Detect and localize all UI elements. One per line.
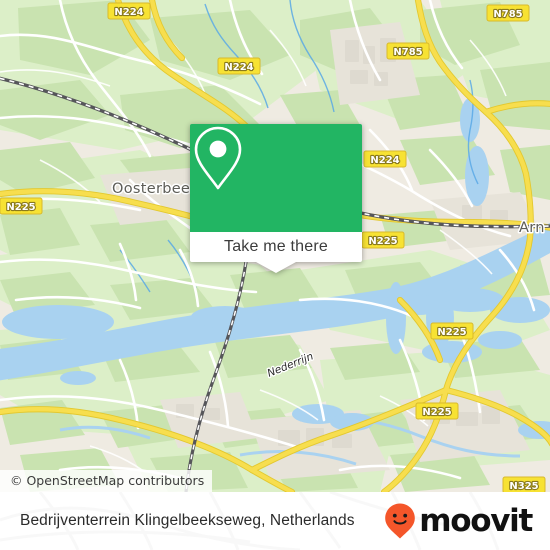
svg-text:N325: N325	[509, 481, 538, 492]
road-shield: N224	[107, 2, 151, 20]
svg-text:N224: N224	[114, 7, 143, 18]
svg-text:N224: N224	[370, 155, 399, 166]
take-me-there-label: Take me there	[224, 238, 328, 255]
road-shield: N224	[363, 150, 407, 168]
map-city-label: Arn	[519, 220, 545, 236]
road-shield: N325	[502, 476, 546, 492]
road-shield: N225	[0, 197, 43, 215]
osm-attribution[interactable]: © OpenStreetMap contributors	[0, 470, 213, 492]
moovit-brand[interactable]: moovit	[383, 502, 533, 540]
moovit-place-screen: Oosterbeek Arn Nederrijn N224 N785 N785 …	[0, 0, 550, 550]
moovit-smiley-pin-icon	[385, 503, 416, 539]
map-pin-icon	[194, 126, 242, 190]
place-callout-card[interactable]: Take me there	[190, 124, 362, 273]
card-action-area[interactable]: Take me there	[190, 232, 362, 262]
footer-bar: Bedrijventerrein Klingelbeekseweg, Nethe…	[0, 492, 550, 550]
moovit-wordmark: moovit	[419, 502, 533, 539]
svg-text:N225: N225	[6, 202, 35, 213]
svg-text:N785: N785	[493, 9, 522, 20]
svg-text:N785: N785	[393, 47, 422, 58]
road-shield: N225	[415, 402, 459, 420]
svg-text:N224: N224	[224, 62, 253, 73]
road-shield: N224	[217, 57, 261, 75]
map-canvas[interactable]: Oosterbeek Arn Nederrijn N224 N785 N785 …	[0, 0, 550, 492]
svg-text:N225: N225	[422, 407, 451, 418]
svg-text:N225: N225	[368, 236, 397, 247]
map-city-label: Oosterbeek	[112, 181, 199, 197]
card-pointer-tail	[256, 262, 296, 273]
svg-text:N225: N225	[437, 327, 466, 338]
road-shield: N785	[486, 4, 530, 22]
place-title: Bedrijventerrein Klingelbeekseweg, Nethe…	[20, 512, 355, 529]
road-shield: N785	[386, 42, 430, 60]
road-shield: N225	[361, 231, 405, 249]
road-shield: N225	[430, 322, 474, 340]
card-icon-area	[190, 124, 362, 232]
